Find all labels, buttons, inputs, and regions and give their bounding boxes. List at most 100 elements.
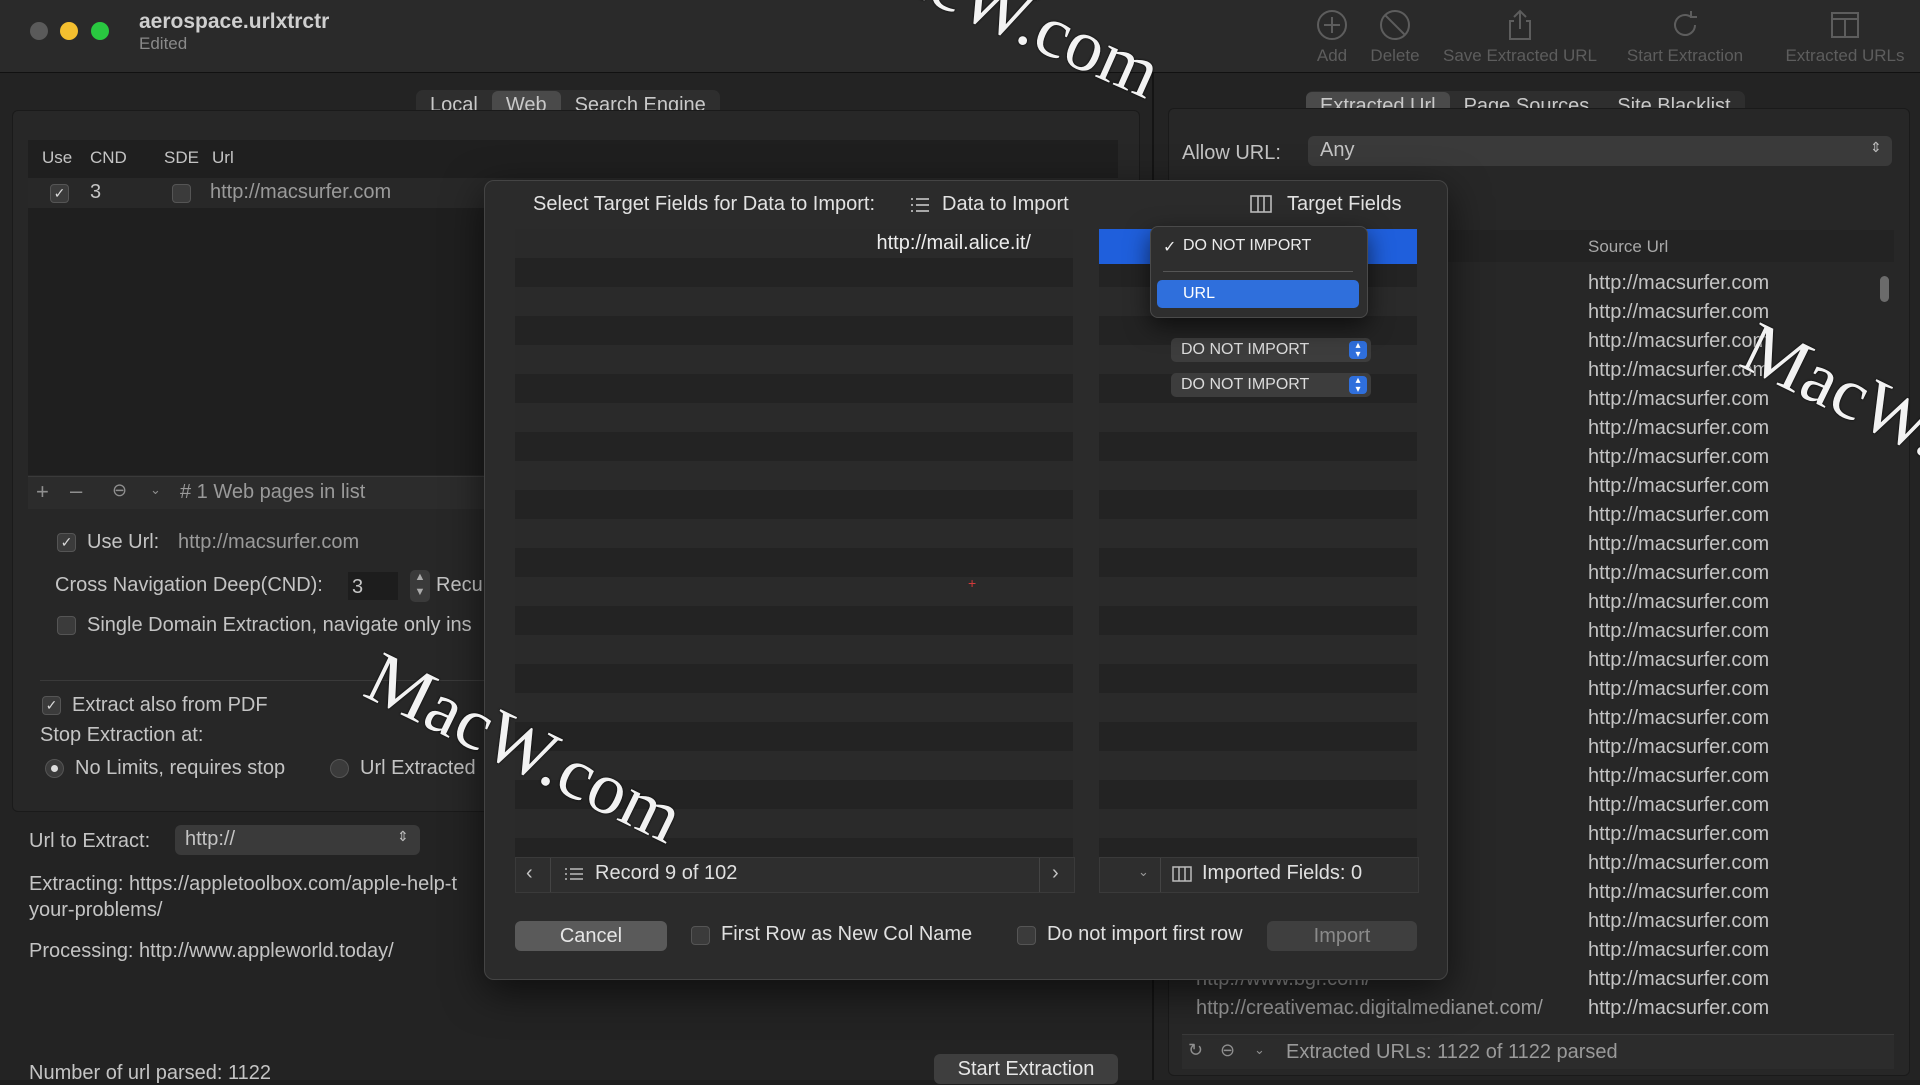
start-extraction-toolbar-button[interactable]: Start Extraction (1610, 8, 1760, 66)
target-row[interactable] (1099, 664, 1417, 693)
target-row[interactable] (1099, 751, 1417, 780)
data-row[interactable] (515, 548, 1073, 577)
target-row[interactable] (1099, 693, 1417, 722)
source-url-cell[interactable]: http://macsurfer.com (1588, 968, 1769, 991)
cancel-button[interactable]: Cancel (515, 921, 667, 951)
remove-row-icon[interactable]: – (70, 478, 82, 504)
add-row-icon[interactable]: + (36, 479, 49, 505)
source-url-cell[interactable]: http://macsurfer.com (1588, 272, 1769, 295)
target-field-popup[interactable]: DO NOT IMPORT ▴ ▾ (1171, 338, 1371, 362)
target-row[interactable] (1099, 780, 1417, 809)
no-limits-radio[interactable] (45, 759, 64, 778)
target-row[interactable] (1099, 838, 1417, 859)
data-row[interactable] (515, 316, 1073, 345)
target-row[interactable] (1099, 461, 1417, 490)
target-row[interactable] (1099, 722, 1417, 751)
use-url-checkbox[interactable]: ✓ (57, 533, 76, 552)
source-url-cell[interactable]: http://macsurfer.com (1588, 649, 1769, 672)
chevron-down-icon[interactable]: ⌄ (1254, 1042, 1265, 1058)
allow-url-select[interactable]: Any ⇕ (1308, 136, 1892, 166)
source-url-cell[interactable]: http://macsurfer.com (1588, 533, 1769, 556)
source-url-cell[interactable]: http://macsurfer.com (1588, 881, 1769, 904)
source-url-cell[interactable]: http://macsurfer.com (1588, 997, 1769, 1020)
data-row[interactable] (515, 374, 1073, 403)
source-url-cell[interactable]: http://macsurfer.com (1588, 388, 1769, 411)
extracted-urls-toolbar-button[interactable]: Extracted URLs (1780, 8, 1910, 66)
reload-icon[interactable]: ↻ (1188, 1040, 1203, 1061)
source-url-cell[interactable]: http://macsurfer.com (1588, 910, 1769, 933)
cnd-stepper[interactable]: ▲ ▼ (410, 570, 430, 602)
target-row[interactable] (1099, 548, 1417, 577)
target-row[interactable] (1099, 490, 1417, 519)
source-url-cell[interactable]: http://macsurfer.com (1588, 591, 1769, 614)
data-row[interactable] (515, 403, 1073, 432)
minimize-window-button[interactable] (60, 22, 78, 40)
extracted-url-cell[interactable]: http://creativemac.digitalmedianet.com/ (1196, 997, 1543, 1020)
zoom-window-button[interactable] (91, 22, 109, 40)
data-row[interactable] (515, 432, 1073, 461)
data-row[interactable] (515, 287, 1073, 316)
source-url-cell[interactable]: http://macsurfer.com (1588, 736, 1769, 759)
col-header-url[interactable]: Url (212, 148, 234, 168)
source-url-cell[interactable]: http://macsurfer.com (1588, 794, 1769, 817)
target-row[interactable] (1099, 577, 1417, 606)
menu-item-url[interactable]: URL (1157, 280, 1359, 308)
col-header-sde[interactable]: SDE (164, 148, 199, 168)
use-url-value[interactable]: http://macsurfer.com (178, 531, 359, 554)
save-extracted-url-button[interactable]: Save Extracted URL (1430, 8, 1610, 66)
action-menu-icon[interactable]: ⊖ (1220, 1040, 1235, 1061)
data-row[interactable] (515, 577, 1073, 606)
source-url-cell[interactable]: http://macsurfer.com (1588, 446, 1769, 469)
action-menu-icon[interactable]: ⊖ (112, 480, 127, 501)
data-row[interactable] (515, 519, 1073, 548)
source-url-cell[interactable]: http://macsurfer.com (1588, 504, 1769, 527)
target-row[interactable] (1099, 432, 1417, 461)
data-row[interactable] (515, 490, 1073, 519)
sde-checkbox[interactable] (172, 184, 191, 203)
col-header-use[interactable]: Use (42, 148, 72, 168)
target-row[interactable] (1099, 606, 1417, 635)
target-row[interactable] (1099, 403, 1417, 432)
source-url-cell[interactable]: http://macsurfer.com (1588, 417, 1769, 440)
menu-item-do-not-import[interactable]: DO NOT IMPORT (1183, 237, 1311, 255)
source-url-cell[interactable]: http://macsurfer.com (1588, 620, 1769, 643)
target-field-popup[interactable]: DO NOT IMPORT ▴ ▾ (1171, 373, 1371, 397)
results-scrollbar[interactable] (1880, 276, 1889, 302)
data-row[interactable] (515, 345, 1073, 374)
import-button[interactable]: Import (1267, 921, 1417, 951)
chevron-down-icon[interactable]: ⌄ (150, 482, 161, 498)
first-row-col-name-checkbox[interactable] (691, 926, 710, 945)
chevron-down-icon[interactable]: ⌄ (1138, 864, 1149, 880)
next-record-button[interactable]: › (1052, 862, 1059, 885)
single-domain-checkbox[interactable] (57, 616, 76, 635)
source-url-cell[interactable]: http://macsurfer.com (1588, 301, 1769, 324)
data-row[interactable] (515, 838, 1073, 859)
skip-first-row-checkbox[interactable] (1017, 926, 1036, 945)
data-row[interactable] (515, 635, 1073, 664)
target-row[interactable] (1099, 809, 1417, 838)
data-row[interactable] (515, 664, 1073, 693)
data-row[interactable] (515, 461, 1073, 490)
col-header-source-url[interactable]: Source Url (1588, 237, 1668, 257)
close-window-button[interactable] (30, 22, 48, 40)
source-url-cell[interactable]: http://macsurfer.com (1588, 707, 1769, 730)
source-url-cell[interactable]: http://macsurfer.com (1588, 939, 1769, 962)
source-url-cell[interactable]: http://macsurfer.com (1588, 823, 1769, 846)
cnd-field[interactable]: 3 (348, 572, 398, 600)
extract-pdf-checkbox[interactable]: ✓ (42, 696, 61, 715)
source-url-cell[interactable]: http://macsurfer.com (1588, 765, 1769, 788)
prev-record-button[interactable]: ‹ (526, 862, 533, 885)
source-url-cell[interactable]: http://macsurfer.com (1588, 330, 1769, 353)
data-row[interactable] (515, 606, 1073, 635)
source-url-cell[interactable]: http://macsurfer.com (1588, 475, 1769, 498)
use-checkbox[interactable]: ✓ (50, 184, 69, 203)
data-row[interactable] (515, 258, 1073, 287)
source-url-cell[interactable]: http://macsurfer.com (1588, 852, 1769, 875)
source-url-cell[interactable]: http://macsurfer.com (1588, 562, 1769, 585)
target-row[interactable] (1099, 519, 1417, 548)
data-row[interactable] (515, 693, 1073, 722)
url-extracted-radio[interactable] (330, 759, 349, 778)
source-url-cell[interactable]: http://macsurfer.com (1588, 678, 1769, 701)
data-cell-value[interactable]: http://mail.alice.it/ (876, 232, 1031, 255)
target-row[interactable] (1099, 635, 1417, 664)
